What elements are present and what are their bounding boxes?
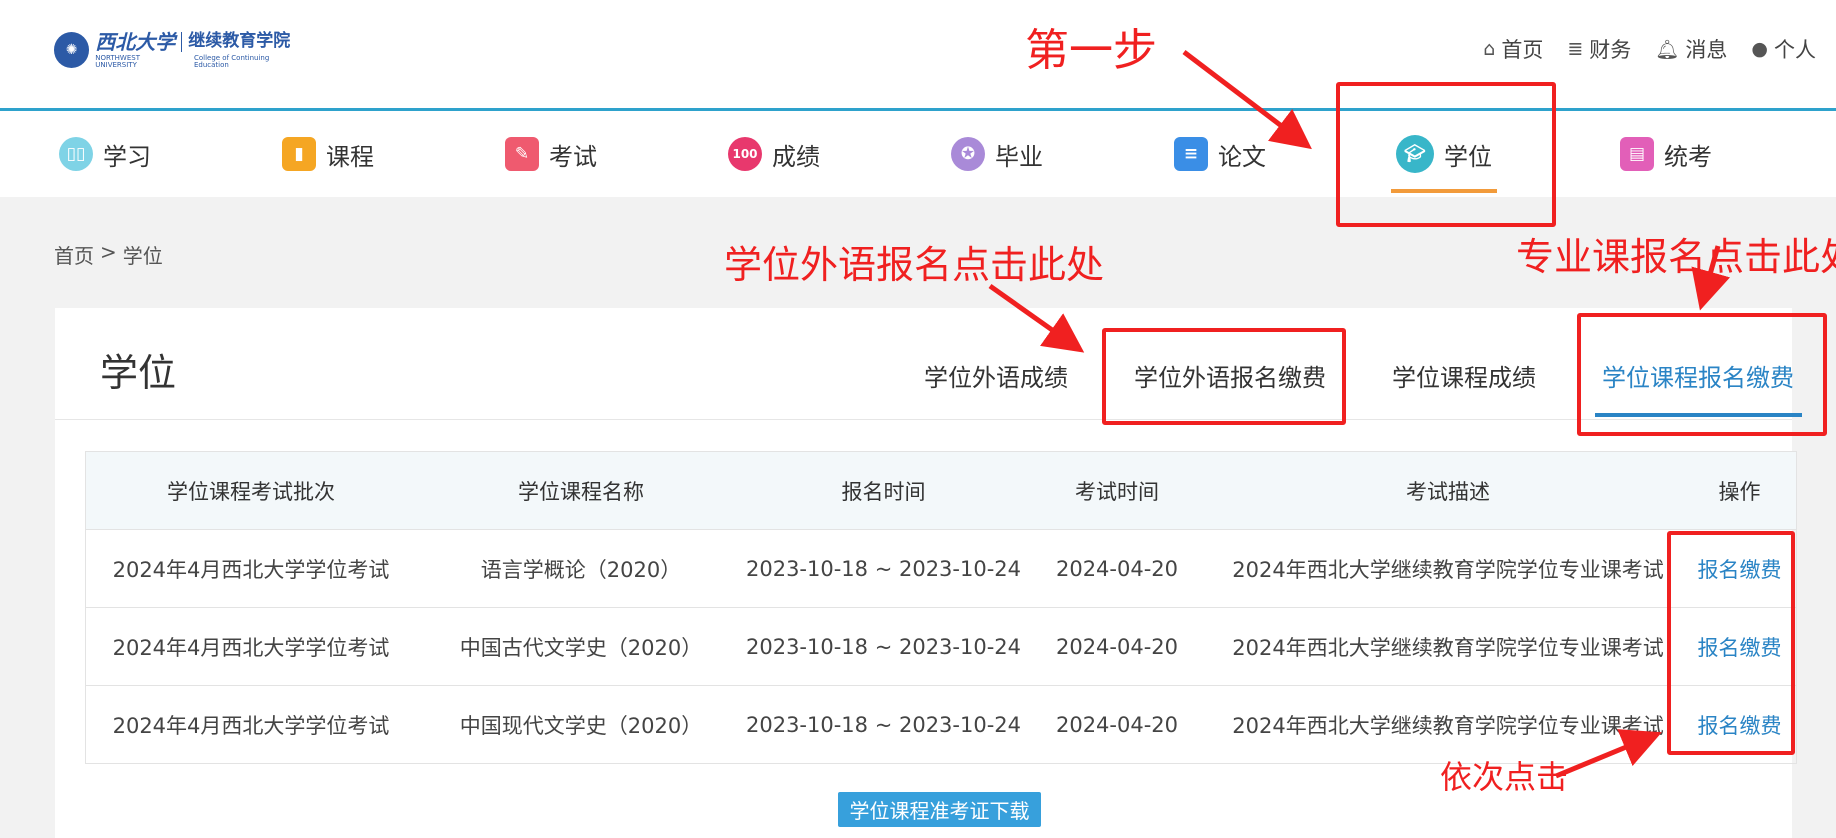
topnav-finance-label: 财务 [1589, 38, 1632, 62]
annotation-step-one: 第一步 [1025, 25, 1157, 76]
nav-item-course-label: 课程 [326, 142, 374, 171]
topnav-profile[interactable]: ● 个人 [1751, 34, 1816, 64]
course-name-cell: 中国现代文学史（2020） [459, 713, 703, 738]
column-header: 操作 [1718, 479, 1761, 504]
course-name-cell: 语言学概论（2020） [480, 557, 682, 582]
highlight-box-degree-nav [1336, 82, 1556, 227]
nav-item-study-label: 学习 [103, 142, 151, 171]
table-header: 学位课程考试批次 学位课程名称 报名时间 考试时间 考试描述 操作 [86, 452, 1796, 529]
database-icon: ≣ [1567, 38, 1584, 60]
annotation-click-in-order: 依次点击 [1440, 758, 1569, 796]
exam-folder-icon: ▤ [1620, 137, 1654, 171]
university-seal-icon: ✺ [54, 32, 90, 68]
nav-item-thesis[interactable]: ≡ 论文 [1174, 111, 1266, 197]
nav-item-thesis-label: 论文 [1218, 142, 1266, 171]
table-row: 2024年4月西北大学学位考试 语言学概论（2020） 2023-10-18 ~… [86, 529, 1796, 607]
page-title: 学位 [100, 351, 177, 395]
topnav-finance[interactable]: ≣ 财务 [1567, 34, 1631, 64]
home-icon: ⌂ [1483, 38, 1496, 60]
nav-item-exam-label: 考试 [549, 142, 597, 171]
exam-time-cell: 2024-04-20 [1055, 712, 1179, 737]
nav-item-unified-exam[interactable]: ▤ 统考 [1620, 111, 1712, 197]
user-icon: ● [1751, 38, 1768, 60]
annotation-major-course: 专业课报名点击此处 [1516, 235, 1836, 279]
column-header: 学位课程考试批次 [167, 479, 335, 504]
topnav-home[interactable]: ⌂ 首页 [1483, 34, 1543, 64]
certificate-icon: ✪ [951, 137, 985, 171]
registration-table: 学位课程考试批次 学位课程名称 报名时间 考试时间 考试描述 操作 2024年4… [85, 451, 1797, 764]
highlight-box-course-registration-tab [1577, 313, 1827, 436]
registration-time-cell: 2023-10-18 ~ 2023-10-24 [745, 556, 1022, 581]
logo[interactable]: ✺ 西北大学 继续教育学院 NORTHWEST UNIVERSITY Colle… [54, 30, 304, 70]
nav-item-course[interactable]: ▮ 课程 [282, 111, 374, 197]
course-name-cell: 中国古代文学史（2020） [459, 635, 703, 660]
exam-time-cell: 2024-04-20 [1055, 634, 1179, 659]
nav-item-unified-exam-label: 统考 [1664, 142, 1712, 171]
nav-item-graduation[interactable]: ✪ 毕业 [951, 111, 1043, 197]
annotation-foreign-language: 学位外语报名点击此处 [724, 243, 1105, 287]
breadcrumb-current: 学位 [122, 244, 163, 268]
breadcrumb-home[interactable]: 首页 [54, 240, 94, 269]
exam-description-cell: 2024年西北大学继续教育学院学位专业课考试 [1232, 635, 1664, 660]
bookmark-icon: ▮ [282, 137, 316, 171]
panel-divider [55, 419, 1792, 420]
main-nav: ▯▯ 学习 ▮ 课程 ✎ 考试 100 成绩 ✪ 毕业 ≡ 论文 🎓︎ 学位 ▤… [0, 111, 1836, 197]
logo-university-name: 西北大学 [95, 29, 176, 54]
logo-separator [181, 31, 183, 52]
top-nav: ⌂ 首页 ≣ 财务 🔔︎ 消息 ● 个人 [1483, 34, 1816, 64]
topnav-home-label: 首页 [1501, 38, 1544, 62]
topnav-messages[interactable]: 🔔︎ 消息 [1655, 34, 1727, 64]
nav-item-score-label: 成绩 [772, 142, 820, 171]
logo-university-en: NORTHWEST UNIVERSITY [95, 53, 141, 69]
exam-time-cell: 2024-04-20 [1055, 556, 1179, 581]
exam-batch-cell: 2024年4月西北大学学位考试 [112, 635, 390, 660]
highlight-box-register-links [1667, 531, 1795, 755]
document-icon: ≡ [1174, 137, 1208, 171]
highlight-box-foreign-language-tab [1102, 328, 1346, 425]
exam-batch-cell: 2024年4月西北大学学位考试 [112, 713, 390, 738]
exam-batch-cell: 2024年4月西北大学学位考试 [112, 557, 390, 582]
tab-foreign-language-score[interactable]: 学位外语成绩 [924, 358, 1068, 393]
logo-college-en: College of Continuing Education [193, 53, 270, 69]
pencil-icon: ✎ [505, 137, 539, 171]
nav-item-score[interactable]: 100 成绩 [728, 111, 820, 197]
bell-icon: 🔔︎ [1655, 38, 1680, 61]
column-header: 考试时间 [1075, 479, 1159, 504]
column-header: 考试描述 [1406, 479, 1490, 504]
table-row: 2024年4月西北大学学位考试 中国古代文学史（2020） 2023-10-18… [86, 607, 1796, 685]
registration-time-cell: 2023-10-18 ~ 2023-10-24 [745, 712, 1022, 737]
column-header: 学位课程名称 [518, 479, 644, 504]
logo-college-name: 继续教育学院 [188, 31, 291, 51]
nav-item-graduation-label: 毕业 [995, 142, 1043, 171]
registration-time-cell: 2023-10-18 ~ 2023-10-24 [745, 634, 1022, 659]
admission-ticket-download-button[interactable]: 学位课程准考证下载 [838, 792, 1041, 827]
nav-item-exam[interactable]: ✎ 考试 [505, 111, 597, 197]
column-header: 报名时间 [841, 479, 926, 504]
breadcrumb: 首页 > 学位 [54, 240, 163, 269]
topnav-messages-label: 消息 [1685, 38, 1728, 62]
breadcrumb-separator: > [100, 240, 117, 264]
topnav-profile-label: 个人 [1774, 38, 1816, 62]
exam-description-cell: 2024年西北大学继续教育学院学位专业课考试 [1232, 557, 1664, 582]
score-100-icon: 100 [728, 137, 762, 171]
nav-item-study[interactable]: ▯▯ 学习 [59, 111, 151, 197]
book-open-icon: ▯▯ [59, 137, 93, 171]
tab-course-score[interactable]: 学位课程成绩 [1392, 358, 1536, 393]
